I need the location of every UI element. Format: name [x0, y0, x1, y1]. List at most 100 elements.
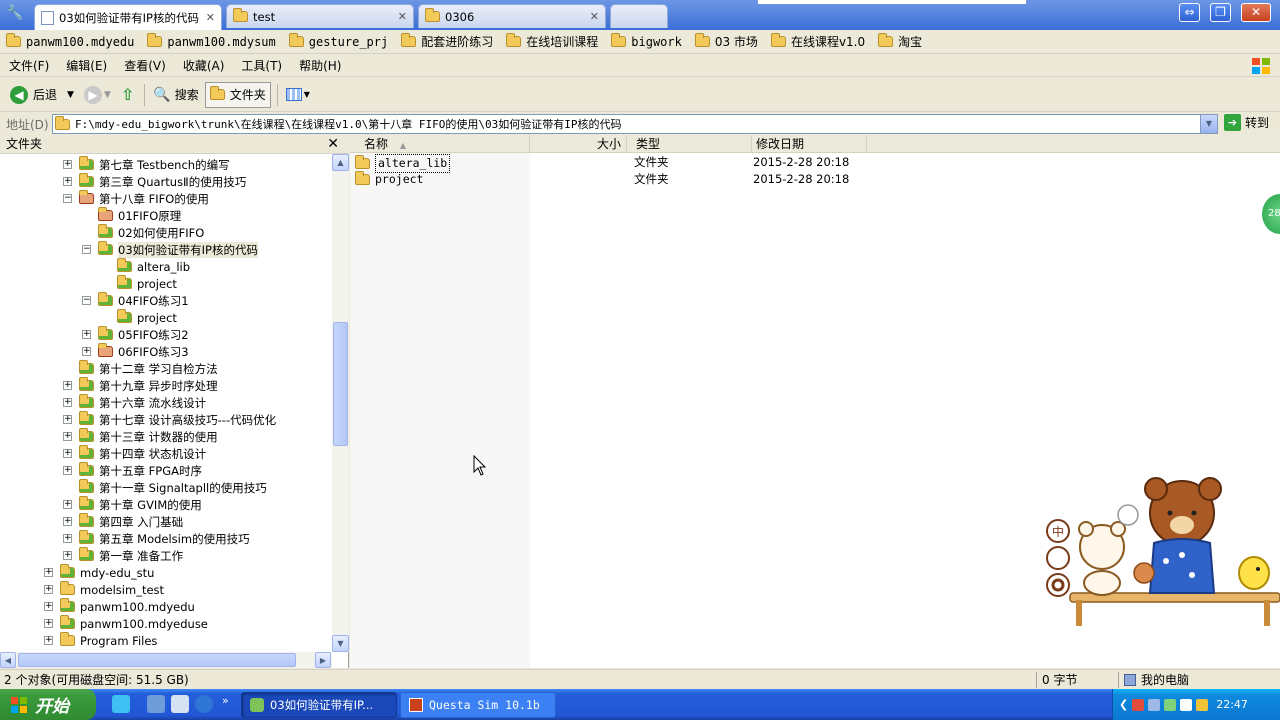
tree-node[interactable]: + 第四章 入门基础	[63, 513, 183, 530]
favorite-item[interactable]: gesture_prj	[288, 33, 388, 49]
expand-icon[interactable]: +	[63, 449, 72, 458]
tray-app-icon[interactable]	[1196, 698, 1209, 711]
tree-node[interactable]: 第十二章 学习自检方法	[79, 360, 218, 377]
tree-node[interactable]: + 第七章 Testbench的编写	[63, 156, 230, 173]
menu-tools[interactable]: 工具(T)	[241, 57, 282, 74]
wrench-icon[interactable]: 🔧	[4, 5, 26, 25]
close-tab-icon[interactable]: ✕	[590, 10, 599, 23]
go-button[interactable]: ➔ 转到	[1224, 114, 1269, 131]
vertical-scrollbar[interactable]: ▲ ▼	[332, 154, 349, 652]
tray-network-icon[interactable]	[1180, 698, 1193, 711]
close-window-icon[interactable]: ✕	[1241, 3, 1271, 22]
tree-node[interactable]: 01FIFO原理	[98, 207, 181, 224]
tab-current[interactable]: 03如何验证带有IP核的代码 ✕	[34, 4, 222, 30]
scroll-up-icon[interactable]: ▲	[332, 154, 349, 171]
collapse-icon[interactable]: −	[63, 194, 72, 203]
menu-file[interactable]: 文件(F)	[9, 57, 49, 74]
expand-icon[interactable]: +	[63, 160, 72, 169]
chevron-down-icon[interactable]: ▼	[67, 90, 74, 100]
up-folder-button[interactable]: ⇧	[117, 82, 138, 108]
expand-icon[interactable]: +	[63, 500, 72, 509]
expand-icon[interactable]: +	[44, 619, 53, 628]
expand-icon[interactable]: +	[44, 585, 53, 594]
favorite-item[interactable]: panwm100.mdysum	[147, 33, 276, 49]
menu-favorites[interactable]: 收藏(A)	[183, 57, 225, 74]
tree-node[interactable]: + modelsim_test	[44, 581, 164, 598]
tree-node[interactable]: + mdy-edu_stu	[44, 564, 154, 581]
expand-icon[interactable]: +	[63, 177, 72, 186]
scrollbar-thumb[interactable]	[333, 322, 348, 446]
tree-node[interactable]: − 第十八章 FIFO的使用	[63, 190, 209, 207]
favorite-item[interactable]: 配套进阶练习	[401, 33, 493, 50]
expand-icon[interactable]: +	[63, 415, 72, 424]
favorite-item[interactable]: 03 市场	[694, 33, 758, 50]
favorite-item[interactable]: 淘宝	[878, 33, 922, 50]
tab-0306[interactable]: 0306 ✕	[418, 4, 606, 28]
chevron-down-icon[interactable]: ▼	[1200, 115, 1217, 133]
favorite-item[interactable]: bigwork	[611, 33, 682, 49]
expand-icon[interactable]: +	[63, 432, 72, 441]
views-button[interactable]: ▼	[282, 82, 314, 108]
new-tab-button[interactable]	[610, 4, 668, 28]
tree-node[interactable]: + panwm100.mdyeduse	[44, 615, 208, 632]
tree-node[interactable]: + 第三章 QuartusⅡ的使用技巧	[63, 173, 246, 190]
expand-icon[interactable]: +	[82, 330, 91, 339]
tree-node[interactable]: − 03如何验证带有IP核的代码	[82, 241, 258, 258]
expand-icon[interactable]: +	[63, 551, 72, 560]
close-tab-icon[interactable]: ✕	[398, 10, 407, 23]
favorite-item[interactable]: panwm100.mdyedu	[6, 33, 134, 49]
quicklaunch-app-icon[interactable]	[171, 695, 189, 713]
tree-node[interactable]: altera_lib	[117, 258, 190, 275]
close-pane-icon[interactable]: ✕	[327, 135, 339, 154]
folders-button[interactable]: 文件夹	[204, 81, 271, 108]
tree-node[interactable]: + panwm100.mdyedu	[44, 598, 195, 615]
expand-icon[interactable]: +	[63, 517, 72, 526]
horizontal-scrollbar[interactable]: ◀ ▶	[0, 652, 332, 668]
tree-node[interactable]: + 第十章 GVIM的使用	[63, 496, 202, 513]
tree-node[interactable]: +05FIFO练习2	[82, 326, 189, 343]
collapse-icon[interactable]: −	[82, 245, 91, 254]
clock[interactable]: 22:47	[1216, 698, 1248, 711]
expand-icon[interactable]: +	[44, 568, 53, 577]
tree-node[interactable]: + 第十五章 FPGA时序	[63, 462, 202, 479]
ie-browser-icon[interactable]	[195, 695, 213, 713]
show-desktop-icon[interactable]	[147, 695, 165, 713]
file-row[interactable]: project 文件夹 2015-2-28 20:18	[350, 171, 1280, 188]
expand-icon[interactable]: +	[63, 466, 72, 475]
column-name[interactable]: 名称 ▲	[360, 135, 530, 153]
tree-node[interactable]: project	[117, 275, 177, 292]
tree-node[interactable]: − 04FIFO练习1	[82, 292, 189, 309]
tray-app-icon[interactable]	[1148, 698, 1161, 711]
chevron-left-icon[interactable]: ❮	[1119, 698, 1128, 711]
tree-node[interactable]: + 第五章 Modelsim的使用技巧	[63, 530, 250, 547]
tree-node[interactable]: + 第十九章 异步时序处理	[63, 377, 218, 394]
file-row[interactable]: altera_lib 文件夹 2015-2-28 20:18	[350, 154, 1280, 173]
collapse-icon[interactable]: −	[82, 296, 91, 305]
restore-arrows-icon[interactable]: ⇔	[1179, 3, 1200, 22]
favorite-item[interactable]: 在线培训课程	[506, 33, 598, 50]
tree-node[interactable]: + 第十三章 计数器的使用	[63, 428, 218, 445]
tree-node[interactable]: + 第十四章 状态机设计	[63, 445, 206, 462]
tray-app-icon[interactable]	[1164, 698, 1177, 711]
search-button[interactable]: 🔍 搜索	[149, 82, 202, 108]
scroll-down-icon[interactable]: ▼	[332, 635, 349, 652]
restore-window-icon[interactable]: ❐	[1210, 3, 1231, 22]
menu-view[interactable]: 查看(V)	[124, 57, 166, 74]
expand-icon[interactable]: +	[82, 347, 91, 356]
quicklaunch-app-icon[interactable]	[112, 695, 130, 713]
tree-node[interactable]: +06FIFO练习3	[82, 343, 189, 360]
menu-edit[interactable]: 编辑(E)	[66, 57, 107, 74]
expand-icon[interactable]: +	[63, 381, 72, 390]
start-button[interactable]: 开始	[0, 689, 96, 720]
tree-node[interactable]: + Program Files	[44, 632, 157, 649]
tree-node[interactable]: + 第十六章 流水线设计	[63, 394, 206, 411]
close-tab-icon[interactable]: ✕	[206, 11, 215, 24]
tree-node[interactable]: 第十一章 Signaltapll的使用技巧	[79, 479, 267, 496]
tree-node[interactable]: + 第十七章 设计高级技巧---代码优化	[63, 411, 276, 428]
back-button[interactable]: ◀ 后退 ▼	[6, 82, 78, 108]
address-input[interactable]: F:\mdy-edu_bigwork\trunk\在线课程\在线课程v1.0\第…	[52, 114, 1218, 134]
chevron-down-icon[interactable]: ▼	[104, 90, 111, 100]
expand-icon[interactable]: +	[63, 398, 72, 407]
taskbar-button-explorer[interactable]: 03如何验证带有IP...	[241, 692, 397, 718]
scrollbar-thumb[interactable]	[18, 653, 296, 667]
